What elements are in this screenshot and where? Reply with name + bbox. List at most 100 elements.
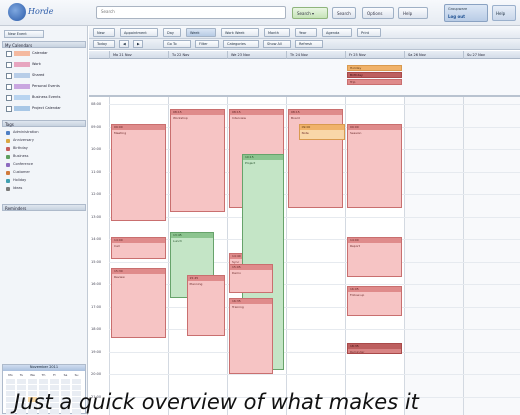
tags-heading: Tags [2, 120, 86, 127]
mini-calendar-day[interactable] [39, 379, 48, 384]
toolbar-button-5[interactable]: Month [264, 28, 290, 37]
search-button[interactable]: Search [332, 7, 356, 19]
all-day-event[interactable]: Birthday [347, 72, 402, 78]
day-header[interactable]: We 23 Nov [227, 51, 286, 59]
toolbar-button-0[interactable]: New [93, 28, 115, 37]
day-header[interactable]: Sa 26 Nov [404, 51, 463, 59]
nav-button-2[interactable]: ▶ [133, 40, 143, 48]
checkbox-icon[interactable] [6, 62, 12, 68]
toolbar-button-1[interactable]: Appointment [120, 28, 158, 37]
day-header[interactable]: Su 27 Nov [463, 51, 520, 59]
logout-link[interactable]: Log out [448, 14, 465, 19]
tag-item[interactable]: Administration [6, 130, 84, 136]
toolbar-button-8[interactable]: Print [357, 28, 381, 37]
day-header[interactable]: Tu 22 Nov [168, 51, 227, 59]
new-event-button[interactable]: New Event [4, 30, 44, 38]
hour-line [109, 104, 520, 105]
tag-item[interactable]: Business [6, 154, 84, 160]
tag-icon [6, 187, 10, 191]
all-day-event[interactable]: Holiday [347, 65, 402, 71]
tag-name: Holiday [13, 178, 27, 182]
mini-calendar-day[interactable] [72, 379, 81, 384]
calendar-name: Calendar [32, 51, 48, 55]
checkbox-icon[interactable] [6, 84, 12, 90]
all-day-strip[interactable]: Holiday Birthday Trip [89, 59, 520, 97]
calendar-item[interactable]: Project Calendar [4, 105, 84, 112]
app-logo[interactable]: Horde [8, 3, 78, 23]
nav-button-6[interactable]: Show All [263, 40, 291, 48]
help-button[interactable]: Help [492, 5, 516, 21]
event-title: Holiday [348, 66, 401, 70]
calendar-item[interactable]: Shared [4, 72, 84, 79]
calendar-event[interactable]: 09:00 Session [347, 124, 402, 208]
toolbar-button-4[interactable]: Work Week [221, 28, 259, 37]
tag-name: Birthday [13, 146, 28, 150]
event-title: Training [232, 304, 244, 309]
color-swatch [14, 106, 30, 111]
event-title: Interview [232, 115, 246, 120]
calendar-event[interactable]: 16:35 Training [229, 297, 274, 374]
nav-button-4[interactable]: Filter [195, 40, 219, 48]
calendar-event[interactable]: 15:45 Planning [186, 275, 225, 336]
mini-calendar-day[interactable] [50, 379, 59, 384]
mini-calendar-weekday: We [30, 373, 35, 377]
day-header[interactable]: Mo 21 Nov [109, 51, 168, 59]
toolbar-button-6[interactable]: Year [295, 28, 317, 37]
account-panel[interactable]: Groupware Log out [444, 4, 488, 22]
time-label: 09:00 [91, 124, 102, 129]
toolbar-button-7[interactable]: Agenda [322, 28, 352, 37]
tag-item[interactable]: Customer [6, 170, 84, 176]
day-header[interactable]: Th 24 Nov [286, 51, 345, 59]
toolbar-button-2[interactable]: Day [163, 28, 181, 37]
nav-button-0[interactable]: Today [93, 40, 115, 48]
calendar-event[interactable]: 16:05 Follow-up [347, 286, 402, 316]
toolbar-button-3[interactable]: Week [186, 28, 216, 37]
search-options-button[interactable]: Search ▾ [292, 7, 328, 19]
calendar-event[interactable]: 09:00 Note [298, 124, 345, 140]
mini-calendar-day[interactable] [17, 379, 26, 384]
calendar-event[interactable]: 09:00 Meeting [111, 124, 166, 221]
tag-item[interactable]: Birthday [6, 146, 84, 152]
day-column[interactable] [463, 97, 520, 415]
options-button[interactable]: Options [362, 7, 394, 19]
day-header[interactable]: Fr 25 Nov [345, 51, 404, 59]
calendar-event[interactable]: 14:00 Call [111, 236, 166, 260]
tag-icon [6, 155, 10, 159]
calendar-event[interactable]: 15:05 Demo [229, 263, 274, 293]
search-input[interactable]: Search [96, 6, 286, 19]
checkbox-icon[interactable] [6, 73, 12, 79]
tag-item[interactable]: Anniversary [6, 138, 84, 144]
calendar-event[interactable]: 18:35 Reminder [347, 342, 402, 354]
calendar-name: Work [32, 62, 41, 66]
calendar-item[interactable]: Business Events [4, 94, 84, 101]
tag-name: Administration [13, 130, 39, 134]
mini-calendar-day[interactable] [61, 379, 70, 384]
time-label: 10:00 [91, 147, 102, 151]
checkbox-icon[interactable] [6, 51, 12, 57]
calendar-event[interactable]: 15:30 Review [111, 268, 166, 338]
mini-calendar-weekday: Tu [19, 373, 24, 377]
nav-button-5[interactable]: Categories [223, 40, 259, 48]
nav-button-7[interactable]: Refresh [295, 40, 323, 48]
calendar-item[interactable]: Work [4, 61, 84, 68]
day-header-row: Mo 21 Nov Tu 22 Nov We 23 Nov Th 24 Nov Fr 2… [89, 51, 520, 59]
nav-button-1[interactable]: ◀ [119, 40, 129, 48]
all-day-event[interactable]: Trip [347, 79, 402, 85]
mini-calendar-day[interactable] [6, 379, 15, 384]
calendar-event[interactable]: 08:15 Workshop [170, 108, 225, 212]
calendar-item[interactable]: Personal Events [4, 83, 84, 90]
calendar-item[interactable]: Calendar [4, 50, 84, 57]
nav-button-3[interactable]: Go To [163, 40, 191, 48]
help-menu-button[interactable]: Help [398, 7, 428, 19]
calendar-event[interactable]: 14:00 Report [347, 236, 402, 278]
time-label: 20:00 [91, 372, 102, 376]
tag-item[interactable]: Conference [6, 162, 84, 168]
week-grid[interactable]: 08:00 09:00 10:00 11:00 12:00 13:00 14:00 15:00… [89, 97, 520, 415]
tag-item[interactable]: Holiday [6, 178, 84, 184]
checkbox-icon[interactable] [6, 95, 12, 101]
mini-calendar-day[interactable] [28, 379, 37, 384]
color-swatch [14, 84, 30, 89]
checkbox-icon[interactable] [6, 106, 12, 112]
day-column[interactable] [404, 97, 464, 415]
tag-item[interactable]: Ideas [6, 186, 84, 192]
